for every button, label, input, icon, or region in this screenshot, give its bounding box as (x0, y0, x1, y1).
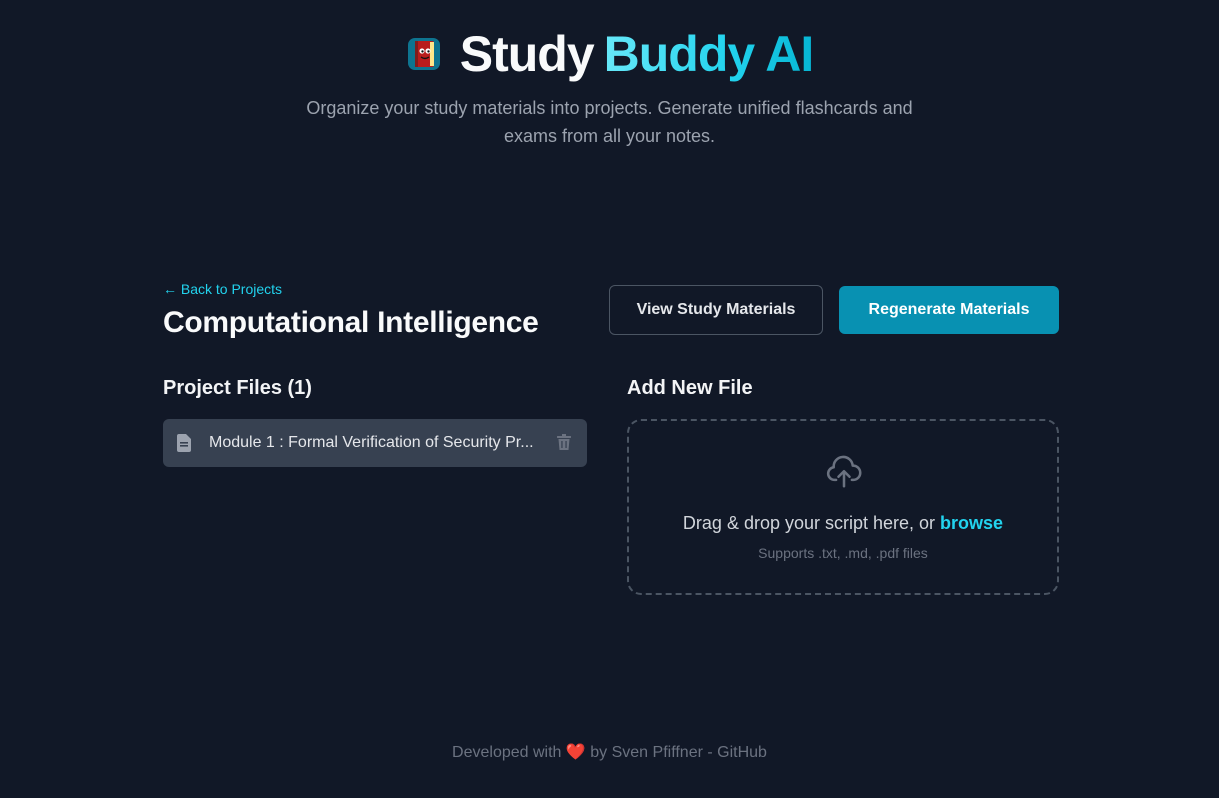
project-title: Computational Intelligence (163, 306, 539, 339)
dropzone-instruction: Drag & drop your script here, or (682, 513, 936, 533)
page: Study Buddy AI Organize your study materi… (0, 0, 1219, 798)
app-header: Study Buddy AI Organize your study materi… (0, 26, 1219, 150)
footer-author: by Sven Pfiffner - (590, 744, 713, 761)
app-title-part2: Buddy AI (603, 26, 815, 82)
title-row: Study Buddy AI (0, 26, 1219, 82)
project-files-heading: Project Files (1) (163, 377, 312, 399)
back-to-projects-link[interactable]: ← Back to Projects (163, 281, 282, 297)
dropzone-text: Drag & drop your script here, or browse (629, 513, 1057, 534)
footer-prefix: Developed with (452, 744, 562, 761)
regenerate-materials-button[interactable]: Regenerate Materials (839, 286, 1059, 334)
app-subtitle: Organize your study materials into proje… (306, 98, 913, 146)
footer: Developed with ❤️ by Sven Pfiffner - Git… (0, 742, 1219, 762)
file-icon (177, 434, 193, 452)
app-title: Study Buddy AI (459, 26, 815, 82)
add-new-file-heading: Add New File (627, 377, 753, 399)
supported-formats-hint: Supports .txt, .md, .pdf files (758, 545, 928, 561)
file-list-item[interactable]: Module 1 : Formal Verification of Securi… (163, 419, 587, 467)
file-name: Module 1 : Formal Verification of Securi… (209, 434, 534, 451)
app-title-part1: Study (459, 26, 595, 82)
book-icon (406, 36, 442, 72)
browse-link[interactable]: browse (940, 513, 1003, 533)
heart-icon: ❤️ (565, 744, 586, 761)
github-link[interactable]: GitHub (717, 744, 767, 761)
file-dropzone[interactable]: Drag & drop your script here, or browse … (627, 419, 1059, 595)
view-study-materials-button[interactable]: View Study Materials (609, 285, 823, 335)
trash-icon[interactable] (557, 434, 573, 452)
cloud-upload-icon (825, 453, 863, 491)
